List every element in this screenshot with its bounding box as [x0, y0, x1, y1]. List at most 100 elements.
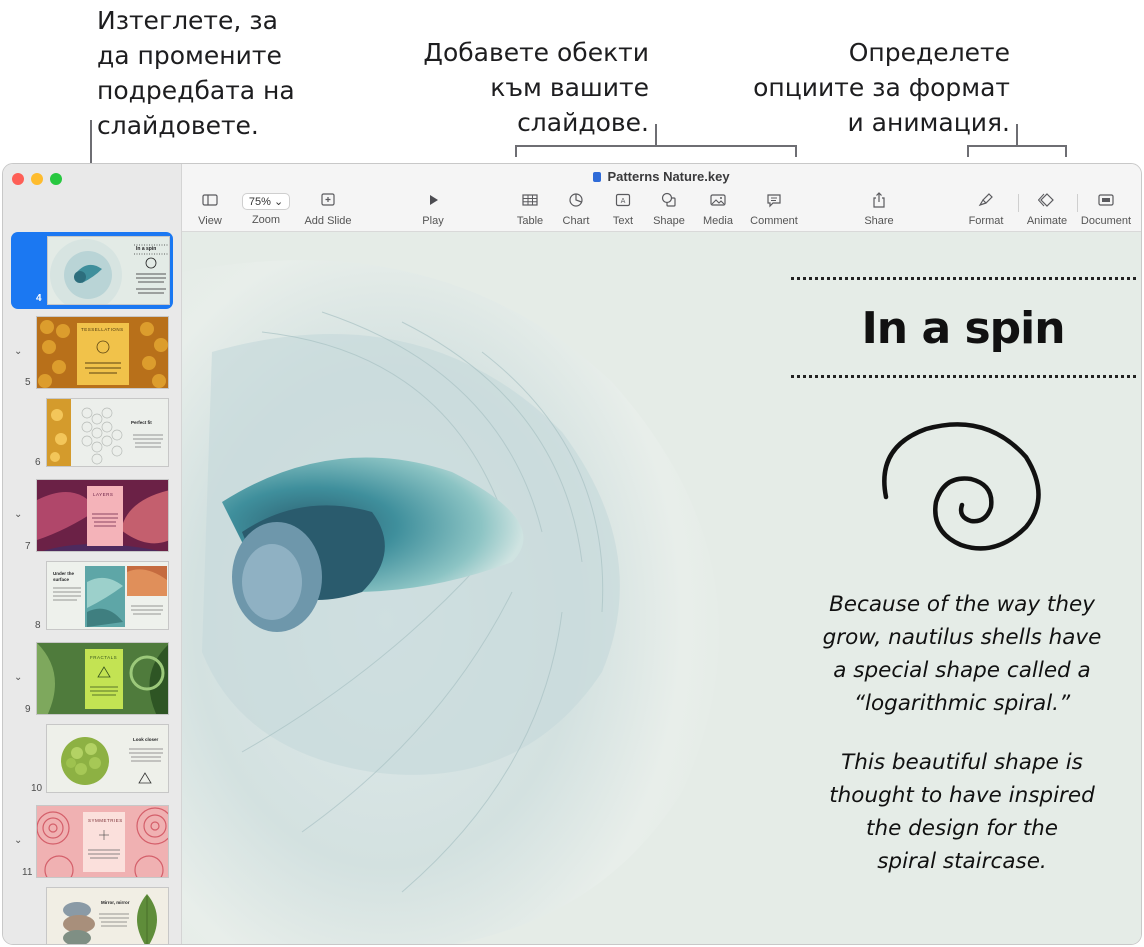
- svg-text:A: A: [621, 197, 626, 205]
- format-label: Format: [968, 215, 1004, 227]
- slide-number: 11: [22, 867, 33, 878]
- view-button[interactable]: View: [180, 192, 240, 227]
- zoom-window-button[interactable]: [50, 173, 62, 185]
- slide-preview: Mirror, mirror: [46, 887, 169, 944]
- callout-add-objects: Добавете обекти към вашите слайдове.: [423, 38, 649, 137]
- slide-title[interactable]: In a spin: [778, 303, 1141, 354]
- slide-thumbnail-11[interactable]: ⌄ 11 SYMMETRIES: [3, 803, 182, 880]
- slide-body-paragraph-1[interactable]: Because of the way they grow, nautilus s…: [792, 588, 1132, 720]
- slide-preview-title: SYMMETRIES: [88, 818, 123, 823]
- slide-number: 6: [35, 457, 41, 468]
- slide-thumbnail-7[interactable]: ⌄ 7 LAYERS: [3, 477, 182, 554]
- document-label: Document: [1080, 215, 1132, 227]
- comment-icon: [767, 194, 781, 208]
- slide-preview-title: In a spin: [136, 246, 157, 252]
- title-divider-bottom: [791, 375, 1136, 378]
- nautilus-shell-image[interactable]: [182, 232, 782, 944]
- animate-diamond-icon: [1038, 193, 1054, 207]
- comment-label: Comment: [750, 215, 798, 227]
- slide-preview: TESSELLATIONS: [36, 316, 169, 389]
- slide-number: 7: [25, 541, 31, 552]
- slide-preview: Look closer: [46, 724, 169, 793]
- leader-bracket-middle-right: [795, 145, 797, 157]
- document-title: Patterns Nature.key: [182, 169, 1141, 184]
- title-divider-top: [791, 277, 1136, 280]
- play-button[interactable]: Play: [403, 192, 463, 227]
- text-box-icon: A: [615, 193, 631, 207]
- zoom-value: 75%: [248, 196, 271, 208]
- slide-number: 5: [25, 377, 31, 388]
- spiral-icon[interactable]: [876, 417, 1056, 557]
- slide-preview: SYMMETRIES: [36, 805, 169, 878]
- document-icon: [1098, 194, 1114, 206]
- share-label: Share: [864, 215, 894, 227]
- keynote-window: 4 In a spin ⌄ 5 TESSELLATIONS 6 Perfect …: [2, 163, 1142, 945]
- zoom-control[interactable]: 75% ⌄ Zoom: [236, 192, 296, 226]
- slide-preview-title: Perfect fit: [131, 420, 152, 425]
- slide-preview-title: TESSELLATIONS: [81, 327, 124, 332]
- collapse-chevron-icon[interactable]: ⌄: [14, 509, 22, 520]
- comment-button[interactable]: Comment: [744, 192, 804, 227]
- keynote-file-icon: [593, 172, 602, 182]
- slide-preview-title: LAYERS: [93, 492, 114, 497]
- leader-bracket-right-right: [1065, 145, 1067, 157]
- pie-chart-icon: [569, 193, 583, 207]
- add-slide-label: Add Slide: [304, 215, 352, 227]
- callout-reorder-slides: Изтеглете, за да промените подредбата на…: [97, 6, 295, 140]
- leader-bracket-middle: [515, 145, 797, 147]
- slide-thumbnail-4[interactable]: 4 In a spin: [11, 232, 173, 309]
- chevron-down-icon: ⌄: [273, 196, 284, 208]
- slide-preview-title: Mirror, mirror: [101, 900, 130, 905]
- slide-thumbnail-5[interactable]: ⌄ 5 TESSELLATIONS: [3, 314, 182, 390]
- document-button[interactable]: Document: [1076, 192, 1136, 227]
- animate-label: Animate: [1026, 215, 1068, 227]
- animate-button[interactable]: Animate: [1017, 192, 1077, 227]
- callout-format-animate: Определете опциите за формат и анимация.: [753, 38, 1010, 137]
- toolbar: Patterns Nature.key View 75% ⌄ Zoom Add …: [182, 164, 1141, 232]
- leader-line-right-stem: [1016, 124, 1018, 146]
- leader-bracket-middle-left: [515, 145, 517, 157]
- format-button[interactable]: Format: [956, 192, 1016, 227]
- slide-thumbnail-8[interactable]: 8 Under the surface: [3, 559, 182, 635]
- slide-number: 4: [36, 293, 42, 304]
- media-label: Media: [703, 215, 733, 227]
- photo-icon: [710, 194, 726, 206]
- slide-preview-title: Under the surface: [53, 571, 75, 582]
- slide-preview: Under the surface: [46, 561, 169, 630]
- add-slide-icon: [321, 193, 335, 206]
- share-button[interactable]: Share: [849, 192, 909, 227]
- slide-preview: FRACTALS: [36, 642, 169, 715]
- table-icon: [522, 194, 538, 206]
- zoom-label: Zoom: [251, 214, 281, 226]
- play-label: Play: [422, 215, 444, 227]
- slide-canvas[interactable]: In a spin Because of the way they grow, …: [182, 232, 1141, 944]
- close-window-button[interactable]: [12, 173, 24, 185]
- shape-icon: [661, 192, 676, 207]
- media-button[interactable]: Media: [688, 192, 748, 227]
- share-icon: [873, 192, 885, 208]
- view-label: View: [198, 215, 222, 227]
- slide-preview: LAYERS: [36, 479, 169, 552]
- sidebar-view-icon: [202, 194, 218, 206]
- collapse-chevron-icon[interactable]: ⌄: [14, 346, 22, 357]
- slide-thumbnail-10[interactable]: 10 Look closer: [3, 722, 182, 798]
- slide-preview-title: Look closer: [133, 737, 159, 742]
- slide-thumbnail-9[interactable]: ⌄ 9 FRACTALS: [3, 640, 182, 717]
- paintbrush-icon: [978, 193, 993, 207]
- slide-thumbnail-6[interactable]: 6 Perfect fit: [3, 396, 182, 472]
- slide-navigator[interactable]: 4 In a spin ⌄ 5 TESSELLATIONS 6 Perfect …: [3, 164, 182, 944]
- leader-bracket-right-left: [967, 145, 969, 157]
- slide-number: 9: [25, 704, 31, 715]
- slide-preview-title: FRACTALS: [90, 655, 118, 660]
- slide-number: 10: [31, 783, 43, 794]
- slide-preview: In a spin: [47, 236, 170, 305]
- zoom-dropdown[interactable]: 75% ⌄: [241, 193, 291, 210]
- collapse-chevron-icon[interactable]: ⌄: [14, 835, 22, 846]
- minimize-window-button[interactable]: [31, 173, 43, 185]
- slide-body-paragraph-2[interactable]: This beautiful shape is thought to have …: [792, 746, 1132, 878]
- collapse-chevron-icon[interactable]: ⌄: [14, 672, 22, 683]
- add-slide-button[interactable]: Add Slide: [298, 192, 358, 227]
- slide-number: 8: [35, 620, 41, 631]
- document-title-text: Patterns Nature.key: [607, 169, 730, 184]
- slide-thumbnail-12[interactable]: Mirror, mirror: [3, 885, 182, 944]
